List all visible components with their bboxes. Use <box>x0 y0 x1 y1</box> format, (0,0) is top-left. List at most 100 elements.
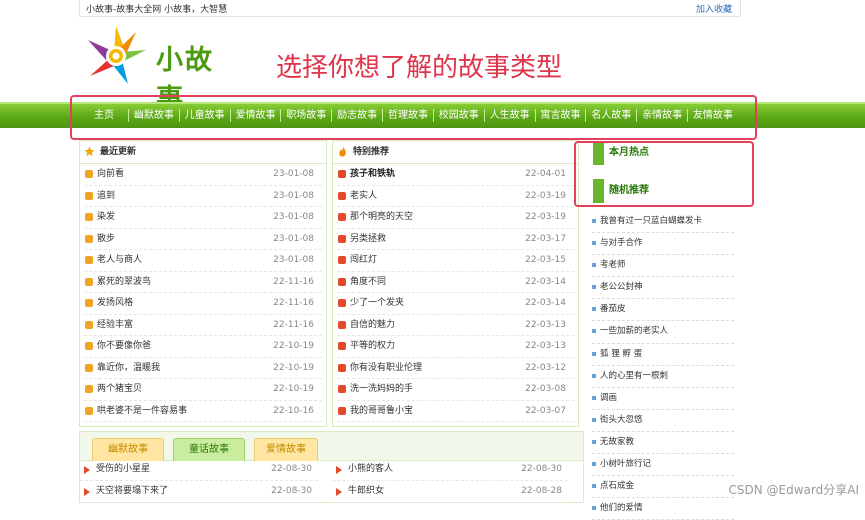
add-favorite-link[interactable]: 加入收藏 <box>696 2 732 15</box>
star-icon <box>84 146 95 157</box>
bullet-icon <box>338 191 346 200</box>
list-item[interactable]: 累死的翠波鸟 22-11-16 <box>84 272 322 293</box>
story-title[interactable]: 受伤的小星星 <box>96 464 150 474</box>
story-title[interactable]: 另类拯救 <box>350 234 386 244</box>
latest-list: 向前看 23-01-08 追到 23-01-08 染发 23-01-08 散步 23-01-0… <box>80 164 326 422</box>
story-title[interactable]: 累死的翠波鸟 <box>97 277 151 287</box>
bullet-icon <box>338 363 346 372</box>
sidebar-item[interactable]: 狐 狸 孵 蛋 <box>592 344 734 366</box>
nav-item-home[interactable]: 主页 <box>80 104 128 127</box>
story-title[interactable]: 靠近你，温暖我 <box>97 363 160 373</box>
nav-item-campus[interactable]: 校园故事 <box>434 104 484 127</box>
tab-humor[interactable]: 幽默故事 <box>92 438 164 461</box>
list-item[interactable]: 追到 23-01-08 <box>84 186 322 207</box>
story-title[interactable]: 牛郎织女 <box>348 486 384 496</box>
list-item[interactable]: 靠近你，温暖我 22-10-19 <box>84 358 322 379</box>
list-item[interactable]: 小熊的客人 22-08-30 <box>332 459 568 481</box>
nav-item-love[interactable]: 爱情故事 <box>230 104 280 127</box>
nav-item-fable[interactable]: 寓言故事 <box>535 104 585 127</box>
story-title[interactable]: 散步 <box>97 234 115 244</box>
featured-list: 孩子和铁轨 22-04-01 老实人 22-03-19 那个明亮的天空 22-03-19 另… <box>333 164 578 422</box>
nav-item-humor[interactable]: 幽默故事 <box>129 104 179 127</box>
story-title[interactable]: 小熊的客人 <box>348 464 393 474</box>
bullet-icon <box>338 406 346 415</box>
sidebar-item[interactable]: 我曾有过一只蓝白蝴蝶发卡 <box>592 211 734 234</box>
sidebar-item[interactable]: 与对手合作 <box>592 233 734 256</box>
list-item[interactable]: 天空将要塌下来了 22-08-30 <box>80 481 318 503</box>
story-date: 22-04-01 <box>525 169 566 179</box>
arrow-icon <box>336 488 342 496</box>
story-title[interactable]: 自信的魅力 <box>350 320 395 330</box>
story-title[interactable]: 洗一洗妈妈的手 <box>350 384 413 394</box>
list-item[interactable]: 老实人 22-03-19 <box>337 186 574 207</box>
sidebar-item[interactable]: 老公公封神 <box>592 277 734 300</box>
story-title[interactable]: 那个明亮的天空 <box>350 212 413 222</box>
list-item[interactable]: 洗一洗妈妈的手 22-03-08 <box>337 379 574 401</box>
story-title[interactable]: 角度不同 <box>350 277 386 287</box>
list-item[interactable]: 角度不同 22-03-14 <box>337 272 574 293</box>
nav-item-celebrity[interactable]: 名人故事 <box>586 104 636 127</box>
sidebar-item[interactable]: 他们的爱情 <box>592 498 734 520</box>
list-item[interactable]: 受伤的小星星 22-08-30 <box>80 459 318 481</box>
sidebar-item[interactable]: 一些加薪的老实人 <box>592 321 734 344</box>
list-item[interactable]: 我的哥哥鲁小宝 22-03-07 <box>337 401 574 422</box>
tab-list-right: 小熊的客人 22-08-30 牛郎织女 22-08-28 <box>332 459 568 503</box>
sidebar-item[interactable]: 番茄皮 <box>592 299 734 322</box>
story-title[interactable]: 两个猪宝贝 <box>97 384 142 394</box>
list-item[interactable]: 散步 23-01-08 <box>84 229 322 250</box>
nav-item-inspirational[interactable]: 励志故事 <box>332 104 382 127</box>
list-item[interactable]: 向前看 23-01-08 <box>84 164 322 186</box>
story-date: 22-11-16 <box>273 298 314 308</box>
story-title[interactable]: 平等的权力 <box>350 341 395 351</box>
list-item[interactable]: 那个明亮的天空 22-03-19 <box>337 207 574 229</box>
sidebar-item[interactable]: 考老师 <box>592 255 734 278</box>
list-item[interactable]: 闯红灯 22-03-15 <box>337 250 574 272</box>
sidebar-item[interactable]: 小树叶旅行记 <box>592 454 734 477</box>
list-item[interactable]: 经验丰富 22-11-16 <box>84 315 322 336</box>
story-title[interactable]: 向前看 <box>97 169 124 179</box>
story-date: 23-01-08 <box>273 233 314 244</box>
list-item[interactable]: 哄老婆不是一件容易事 22-10-16 <box>84 401 322 422</box>
story-title[interactable]: 染发 <box>97 212 115 222</box>
list-item[interactable]: 平等的权力 22-03-13 <box>337 336 574 358</box>
list-item[interactable]: 两个猪宝贝 22-10-19 <box>84 379 322 401</box>
story-title[interactable]: 孩子和铁轨 <box>350 169 395 179</box>
nav-item-children[interactable]: 儿童故事 <box>180 104 230 127</box>
sidebar-item[interactable]: 调画 <box>592 388 734 410</box>
story-title[interactable]: 发扬风格 <box>97 298 133 308</box>
list-item[interactable]: 你不要像你爸 22-10-19 <box>84 336 322 358</box>
list-item[interactable]: 自信的魅力 22-03-13 <box>337 315 574 336</box>
story-title[interactable]: 追到 <box>97 191 115 201</box>
tab-fairy-tale[interactable]: 童话故事 <box>173 438 245 461</box>
story-title[interactable]: 你不要像你爸 <box>97 341 151 351</box>
nav-item-life[interactable]: 人生故事 <box>485 104 535 127</box>
story-title[interactable]: 老人与商人 <box>97 255 142 265</box>
story-title[interactable]: 老实人 <box>350 191 377 201</box>
list-item[interactable]: 你有没有职业伦理 22-03-12 <box>337 358 574 379</box>
list-item[interactable]: 牛郎织女 22-08-28 <box>332 481 568 503</box>
sidebar-item[interactable]: 人的心里有一根刺 <box>592 366 734 388</box>
sidebar-item[interactable]: 街头大忽悠 <box>592 410 734 432</box>
list-item[interactable]: 老人与商人 23-01-08 <box>84 250 322 272</box>
list-item[interactable]: 孩子和铁轨 22-04-01 <box>337 164 574 186</box>
list-item[interactable]: 另类拯救 22-03-17 <box>337 229 574 250</box>
list-item[interactable]: 染发 23-01-08 <box>84 207 322 229</box>
story-title[interactable]: 闯红灯 <box>350 255 377 265</box>
list-item[interactable]: 发扬风格 22-11-16 <box>84 293 322 315</box>
nav-item-philosophy[interactable]: 哲理故事 <box>383 104 433 127</box>
tab-love[interactable]: 爱情故事 <box>254 438 318 461</box>
nav-item-workplace[interactable]: 职场故事 <box>281 104 331 127</box>
story-title[interactable]: 天空将要塌下来了 <box>96 486 168 496</box>
list-item[interactable]: 少了一个发夹 22-03-14 <box>337 293 574 315</box>
story-date: 22-08-30 <box>271 464 312 474</box>
story-title[interactable]: 哄老婆不是一件容易事 <box>97 406 187 416</box>
site-logo[interactable]: 小故事 <box>82 22 242 115</box>
story-title[interactable]: 少了一个发夹 <box>350 298 404 308</box>
story-title[interactable]: 经验丰富 <box>97 320 133 330</box>
sidebar-item[interactable]: 无故家教 <box>592 432 734 455</box>
story-title[interactable]: 你有没有职业伦理 <box>350 363 422 373</box>
nav-item-friendship[interactable]: 友情故事 <box>688 104 738 127</box>
nav-item-family[interactable]: 亲情故事 <box>637 104 687 127</box>
story-title[interactable]: 我的哥哥鲁小宝 <box>350 406 413 416</box>
sidebar-item[interactable]: 点石成金 <box>592 476 734 499</box>
